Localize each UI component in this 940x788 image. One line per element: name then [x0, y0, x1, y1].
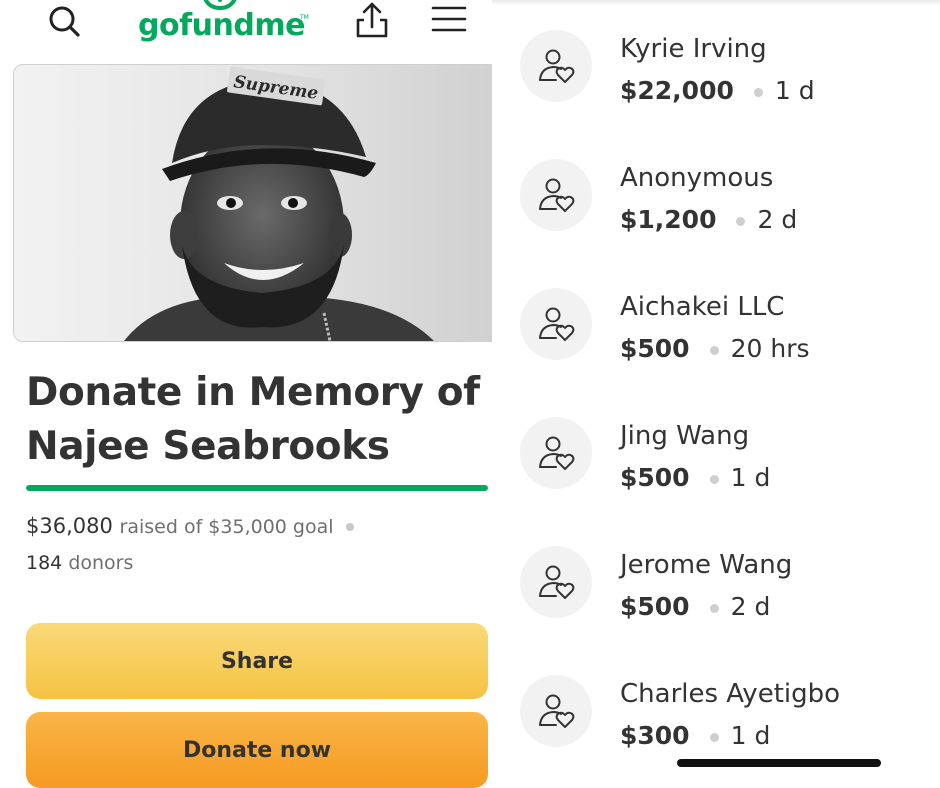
- donor-heart-avatar-icon: [539, 694, 575, 728]
- donation-amount: $500: [620, 592, 690, 621]
- donor-heart-avatar-icon: [539, 307, 575, 341]
- donation-meta: $500 1 d: [620, 463, 770, 492]
- share-upload-icon[interactable]: [354, 0, 390, 40]
- fundraising-progress-bar: [26, 485, 488, 491]
- campaign-photo[interactable]: Supreme: [13, 64, 492, 342]
- donor-heart-avatar-icon: [539, 565, 575, 599]
- raised-summary: $36,080 raised of $35,000 goal: [26, 514, 355, 538]
- donor-name: Anonymous: [620, 163, 774, 193]
- donor-avatar: [520, 675, 592, 747]
- donor-name: Kyrie Irving: [620, 34, 767, 64]
- raised-amount: $36,080: [26, 514, 113, 538]
- donation-item[interactable]: Anonymous $1,200 2 d: [492, 129, 940, 239]
- donor-count-summary[interactable]: 184 donors: [26, 552, 133, 574]
- separator-dot: [753, 87, 763, 97]
- search-icon[interactable]: [44, 2, 84, 42]
- logo-trademark: TM: [300, 14, 309, 21]
- separator-dot: [346, 523, 355, 531]
- donation-meta: $500 20 hrs: [620, 334, 810, 363]
- donor-avatar: [520, 30, 592, 102]
- separator-dot: [709, 603, 719, 613]
- gofundme-logo[interactable]: gofundme: [138, 8, 305, 43]
- donation-time: 2 d: [757, 205, 798, 234]
- donor-name: Charles Ayetigbo: [620, 679, 841, 709]
- separator-dot: [709, 474, 719, 484]
- donation-meta: $22,000 1 d: [620, 76, 815, 105]
- donation-meta: $1,200 2 d: [620, 205, 797, 234]
- share-button[interactable]: Share: [26, 623, 488, 699]
- donation-amount: $300: [620, 721, 690, 750]
- donation-time: 1 d: [730, 721, 771, 750]
- donation-amount: $500: [620, 334, 690, 363]
- donate-now-button[interactable]: Donate now: [26, 712, 488, 788]
- donation-amount: $22,000: [620, 76, 734, 105]
- separator-dot: [709, 345, 719, 355]
- donation-time: 1 d: [730, 463, 771, 492]
- progress-fill: [26, 485, 488, 491]
- hamburger-menu-icon[interactable]: [430, 4, 468, 34]
- donor-avatar: [520, 288, 592, 360]
- donor-name: Jerome Wang: [620, 550, 793, 580]
- goal-text: raised of $35,000 goal: [119, 516, 334, 538]
- separator-dot: [709, 732, 719, 742]
- top-navigation-bar: gofundme TM: [0, 0, 492, 56]
- donation-amount: $1,200: [620, 205, 717, 234]
- campaign-panel: gofundme TM Supreme Donate in Memory of …: [0, 0, 492, 788]
- separator-dot: [736, 216, 746, 226]
- donation-meta: $300 1 d: [620, 721, 770, 750]
- donation-amount: $500: [620, 463, 690, 492]
- donor-heart-avatar-icon: [539, 49, 575, 83]
- donation-time: 20 hrs: [730, 334, 810, 363]
- donor-avatar: [520, 546, 592, 618]
- donation-time: 1 d: [774, 76, 815, 105]
- donation-item[interactable]: Charles Ayetigbo $300 1 d: [492, 645, 940, 755]
- donor-avatar: [520, 417, 592, 489]
- donor-heart-avatar-icon: [539, 178, 575, 212]
- donations-list-panel: Kyrie Irving $22,000 1 d Anonymous $1,200 2 d…: [492, 0, 940, 788]
- donor-name: Aichakei LLC: [620, 292, 785, 322]
- donation-time: 2 d: [730, 592, 771, 621]
- donation-item[interactable]: Aichakei LLC $500 20 hrs: [492, 258, 940, 368]
- donor-avatar: [520, 159, 592, 231]
- donation-item[interactable]: Jerome Wang $500 2 d: [492, 516, 940, 626]
- donor-count: 184: [26, 552, 63, 574]
- donor-count-label: donors: [68, 552, 134, 574]
- donor-heart-avatar-icon: [539, 436, 575, 470]
- donation-item[interactable]: Jing Wang $500 1 d: [492, 387, 940, 497]
- donation-item[interactable]: Kyrie Irving $22,000 1 d: [492, 0, 940, 110]
- home-indicator[interactable]: [677, 759, 881, 767]
- donor-name: Jing Wang: [620, 421, 750, 451]
- donation-meta: $500 2 d: [620, 592, 770, 621]
- campaign-title: Donate in Memory of Najee Seabrooks: [26, 370, 480, 469]
- portrait-image: Supreme: [14, 65, 492, 341]
